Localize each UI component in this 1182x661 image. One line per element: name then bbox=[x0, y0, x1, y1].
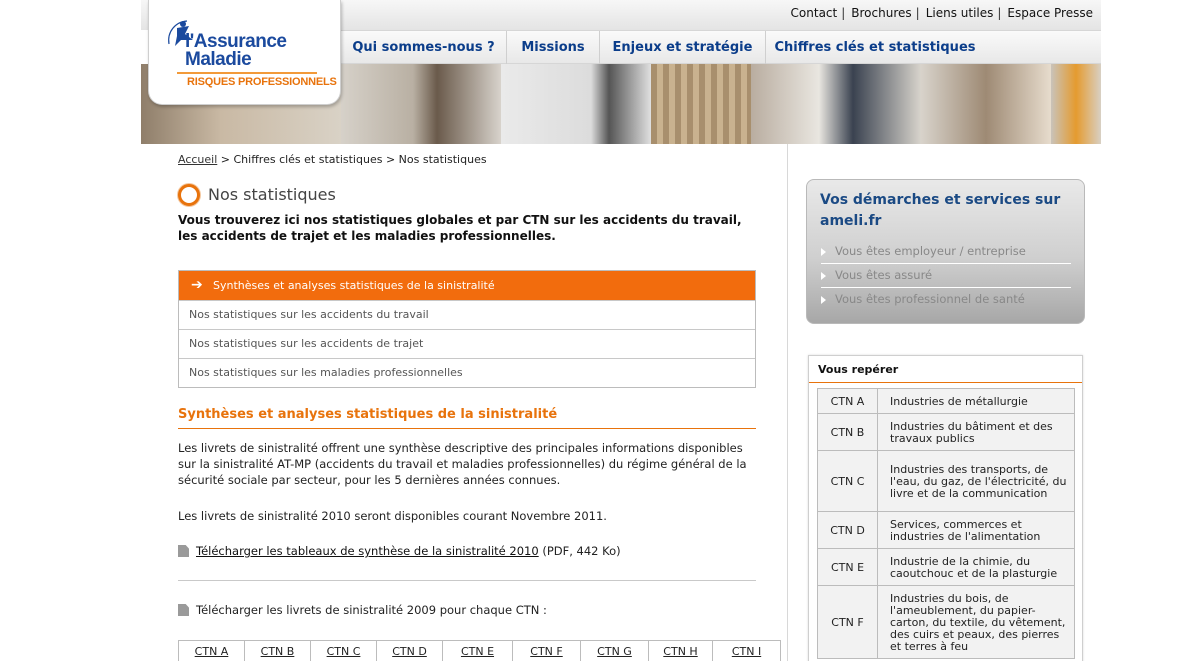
utility-links: Contact | Brochures | Liens utiles | Espace Pr… bbox=[791, 6, 1093, 20]
subnav-item-accidents-trajet[interactable]: Nos statistiques sur les accidents de tr… bbox=[179, 329, 755, 358]
section-title: Synthèses et analyses statistiques de la… bbox=[178, 407, 756, 429]
separator: | bbox=[841, 6, 846, 20]
ctn-tab-label: CTN C bbox=[326, 645, 361, 658]
reperer-title: Vous repérer bbox=[818, 363, 899, 376]
banner-photo-helmet bbox=[1051, 64, 1101, 144]
download-ctn-label: Télécharger les livrets de sinistralité … bbox=[196, 603, 547, 617]
breadcrumb-separator: > bbox=[220, 153, 230, 166]
ctn-code: CTN E bbox=[817, 548, 878, 586]
document-icon bbox=[178, 604, 189, 616]
ameli-link-assure[interactable]: Vous êtes assuré bbox=[821, 264, 1071, 288]
subnav-label: Synthèses et analyses statistiques de la… bbox=[213, 279, 495, 292]
ctn-desc: Services, commerces et industries de l'a… bbox=[877, 511, 1075, 549]
ctn-code: CTN C bbox=[817, 450, 878, 512]
nav-missions[interactable]: Missions bbox=[507, 31, 600, 64]
banner-photo-pallets bbox=[651, 64, 751, 144]
ctn-table: CTN A Industries de métallurgie CTN B Indu… bbox=[817, 388, 1075, 659]
subnav-item-maladies-pro[interactable]: Nos statistiques sur les maladies profes… bbox=[179, 358, 755, 387]
logo-rule bbox=[177, 72, 317, 74]
ctn-tab-c[interactable]: CTN C bbox=[311, 641, 377, 661]
logo-line2: Maladie bbox=[185, 49, 252, 70]
espace-presse-link[interactable]: Espace Presse bbox=[1007, 6, 1093, 20]
ctn-tab-b[interactable]: CTN B bbox=[245, 641, 311, 661]
ctn-code: CTN A bbox=[817, 388, 878, 414]
subnav-item-accidents-travail[interactable]: Nos statistiques sur les accidents du tr… bbox=[179, 300, 755, 329]
brochures-link[interactable]: Brochures bbox=[851, 6, 911, 20]
ctn-tab-label: CTN I bbox=[731, 645, 762, 658]
breadcrumb-level2: Chiffres clés et statistiques bbox=[233, 153, 383, 166]
ctn-desc: Industries de métallurgie bbox=[877, 388, 1075, 414]
ameli-services-box: Vos démarches et services sur ameli.fr V… bbox=[806, 179, 1085, 324]
ctn-tab-f[interactable]: CTN F bbox=[513, 641, 581, 661]
document-icon bbox=[178, 545, 189, 557]
ctn-tab-d[interactable]: CTN D bbox=[377, 641, 443, 661]
ctn-tab-h[interactable]: CTN H bbox=[649, 641, 713, 661]
reperer-rule bbox=[809, 382, 1082, 383]
nav-qui-sommes-nous[interactable]: Qui sommes-nous ? bbox=[341, 31, 507, 64]
section-paragraph-1: Les livrets de sinistralité offrent une … bbox=[178, 441, 747, 487]
table-row[interactable]: CTN A Industries de métallurgie bbox=[817, 388, 1075, 414]
page-title: Nos statistiques bbox=[208, 185, 336, 204]
ctn-desc: Industries du bâtiment et des travaux pu… bbox=[877, 413, 1075, 451]
ctn-tab-g[interactable]: CTN G bbox=[581, 641, 649, 661]
ctn-tab-label: CTN B bbox=[260, 645, 295, 658]
banner-photo-women bbox=[341, 64, 501, 144]
ameli-link-employeur[interactable]: Vous êtes employeur / entreprise bbox=[821, 240, 1071, 264]
ctn-tab-a[interactable]: CTN A bbox=[179, 641, 245, 661]
download-ctn-row: Télécharger les livrets de sinistralité … bbox=[178, 603, 547, 617]
title-ring-icon bbox=[178, 184, 200, 206]
banner-photo-office2 bbox=[501, 64, 651, 144]
ctn-tab-label: CTN G bbox=[597, 645, 632, 658]
contact-link[interactable]: Contact bbox=[791, 6, 838, 20]
column-divider bbox=[787, 144, 788, 661]
ctn-tab-label: CTN H bbox=[663, 645, 698, 658]
breadcrumb-current: Nos statistiques bbox=[398, 153, 487, 166]
intro-text: Vous trouverez ici nos statistiques glob… bbox=[178, 213, 742, 243]
ctn-tab-i[interactable]: CTN I bbox=[713, 641, 780, 661]
arrow-right-icon: ➔ bbox=[191, 277, 203, 293]
main-navigation: Qui sommes-nous ? Missions Enjeux et str… bbox=[341, 30, 1101, 64]
table-row[interactable]: CTN E Industrie de la chimie, du caoutcho… bbox=[817, 548, 1075, 586]
ctn-code: CTN D bbox=[817, 511, 878, 549]
nav-chiffres-cles[interactable]: Chiffres clés et statistiques bbox=[766, 31, 984, 64]
subnav-item-syntheses[interactable]: ➔ Synthèses et analyses statistiques de l… bbox=[179, 271, 755, 300]
download-synthese-link[interactable]: Télécharger les tableaux de synthèse de … bbox=[196, 544, 539, 558]
ctn-tab-label: CTN D bbox=[392, 645, 427, 658]
ctn-code: CTN F bbox=[817, 585, 878, 659]
ctn-desc: Industries des transports, de l'eau, du … bbox=[877, 450, 1075, 512]
ctn-desc: Industrie de la chimie, du caoutchouc et… bbox=[877, 548, 1075, 586]
ctn-download-table: CTN A CTN B CTN C CTN D CTN E CTN F CTN … bbox=[178, 640, 781, 661]
download-meta: (PDF, 442 Ko) bbox=[542, 544, 621, 558]
banner-photo-warehouse bbox=[751, 64, 921, 144]
section-subnav: ➔ Synthèses et analyses statistiques de l… bbox=[178, 270, 756, 388]
table-row[interactable]: CTN B Industries du bâtiment et des trava… bbox=[817, 413, 1075, 451]
download-synthese-row: Télécharger les tableaux de synthèse de … bbox=[178, 544, 621, 558]
ctn-tab-label: CTN E bbox=[460, 645, 495, 658]
breadcrumb-home-link[interactable]: Accueil bbox=[178, 153, 217, 166]
separator: | bbox=[997, 6, 1002, 20]
logo-wordmark: l'Assurance Maladie bbox=[185, 32, 287, 70]
ctn-tab-label: CTN A bbox=[194, 645, 229, 658]
ctn-desc: Industries du bois, de l'ameublement, du… bbox=[877, 585, 1075, 659]
table-row[interactable]: CTN C Industries des transports, de l'eau… bbox=[817, 450, 1075, 512]
site-logo[interactable]: l'Assurance Maladie RISQUES PROFESSIONNEL… bbox=[148, 0, 341, 105]
breadcrumb: Accueil > Chiffres clés et statistiques … bbox=[178, 153, 487, 166]
vous-reperer-box: Vous repérer CTN A Industries de métallur… bbox=[808, 355, 1083, 661]
breadcrumb-separator: > bbox=[385, 153, 396, 166]
ameli-link-professionnel[interactable]: Vous êtes professionnel de santé bbox=[821, 288, 1071, 312]
ctn-code: CTN B bbox=[817, 413, 878, 451]
ctn-tab-label: CTN F bbox=[530, 645, 563, 658]
nav-enjeux-strategie[interactable]: Enjeux et stratégie bbox=[600, 31, 766, 64]
liens-utiles-link[interactable]: Liens utiles bbox=[926, 6, 994, 20]
page-wrapper: Contact | Brochures | Liens utiles | Espace Pr… bbox=[141, 0, 1101, 661]
divider bbox=[178, 580, 756, 581]
table-row[interactable]: CTN D Services, commerces et industries d… bbox=[817, 511, 1075, 549]
logo-division: RISQUES PROFESSIONNELS bbox=[187, 76, 337, 88]
banner-photo-worker bbox=[921, 64, 1051, 144]
separator: | bbox=[915, 6, 920, 20]
table-row[interactable]: CTN F Industries du bois, de l'ameublemen… bbox=[817, 585, 1075, 659]
ameli-title: Vos démarches et services sur ameli.fr bbox=[820, 192, 1061, 229]
ctn-tab-e[interactable]: CTN E bbox=[443, 641, 513, 661]
section-paragraph-2: Les livrets de sinistralité 2010 seront … bbox=[178, 509, 607, 523]
